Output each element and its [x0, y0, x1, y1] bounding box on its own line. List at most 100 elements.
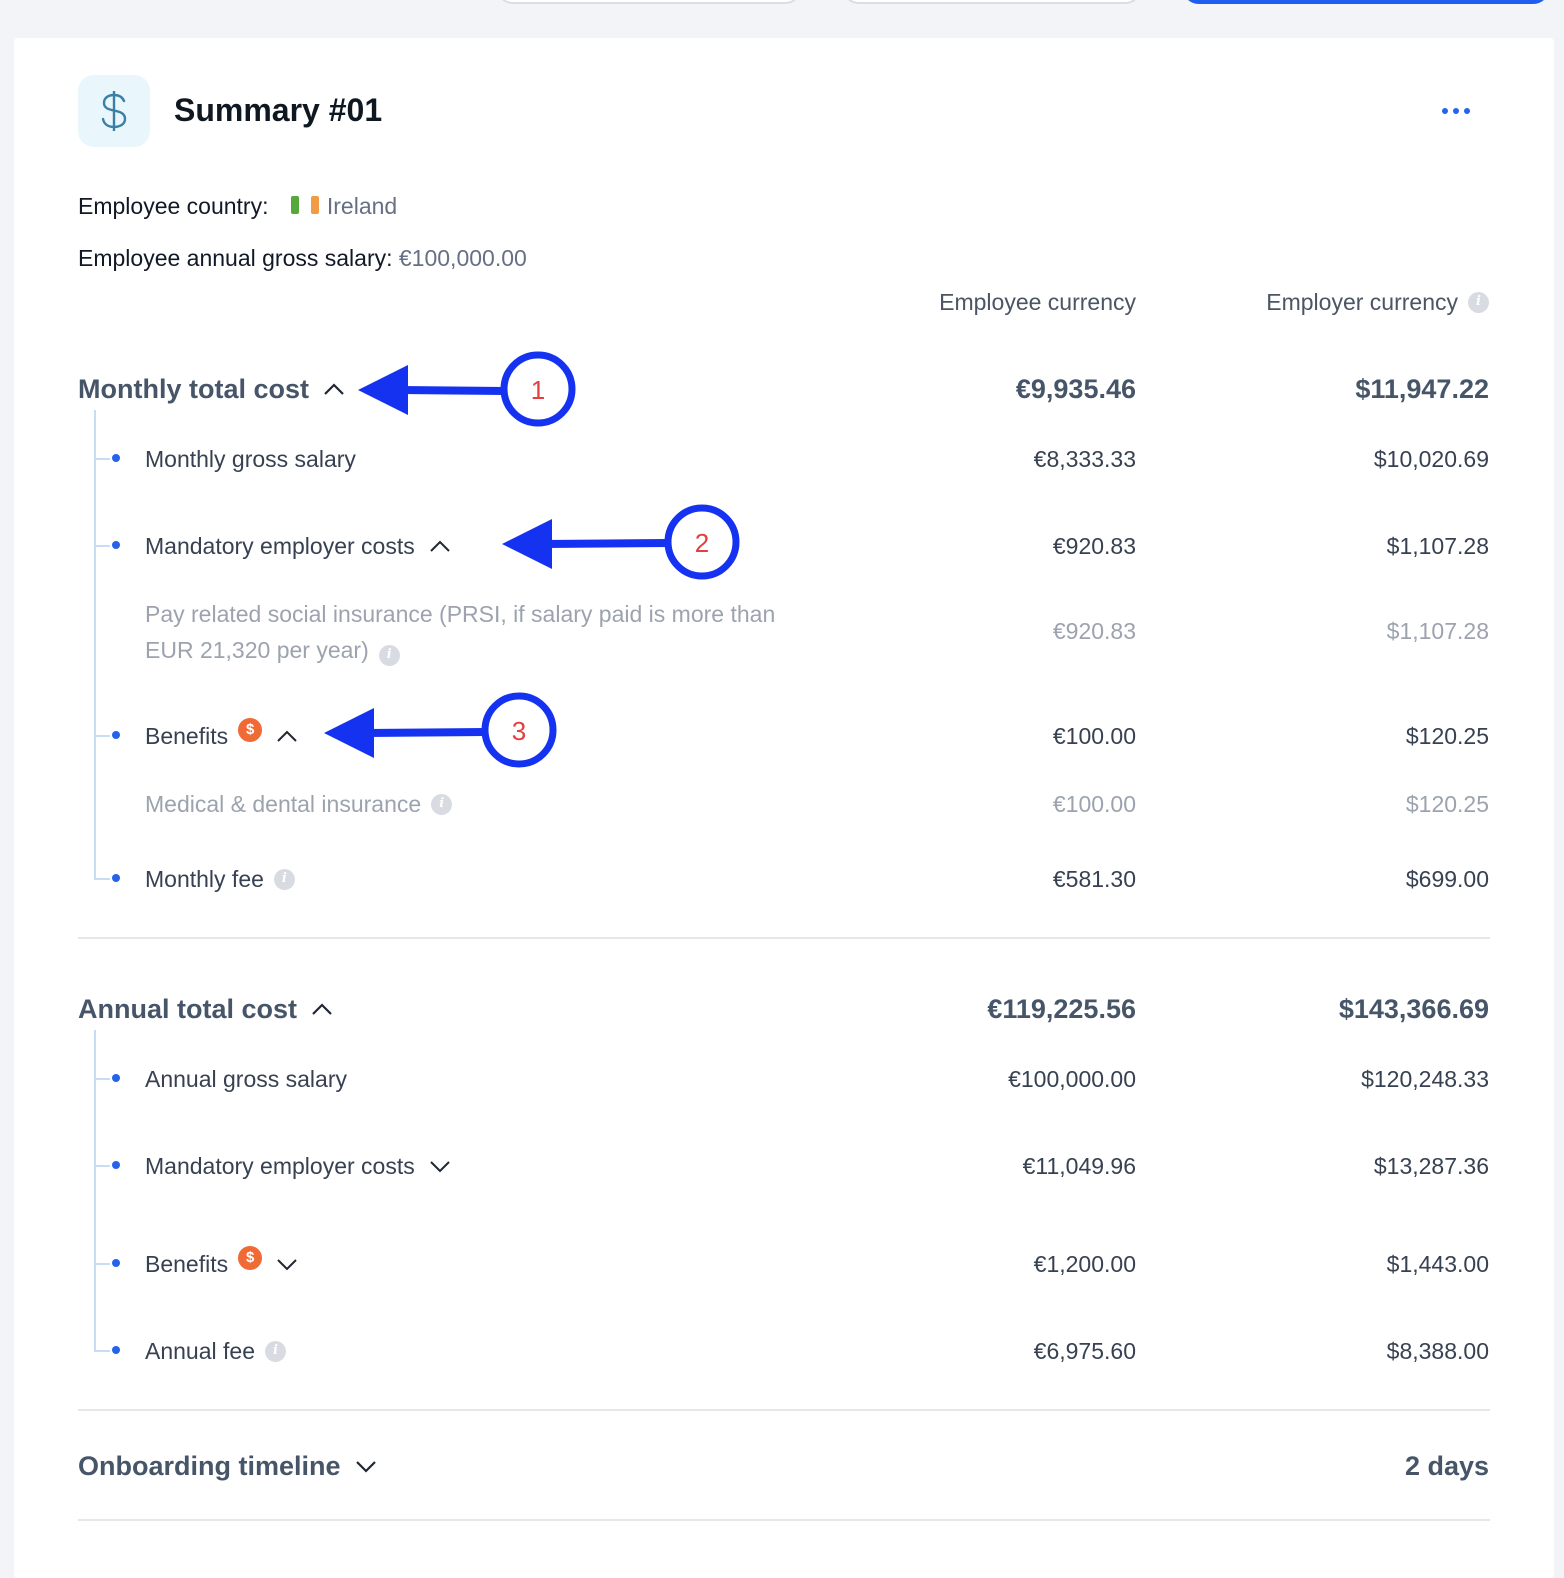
annual-mandatory-costs-label: Mandatory employer costs — [145, 1153, 415, 1179]
annual-total-employee: €119,225.56 — [987, 994, 1136, 1024]
monthly-mandatory-costs-label: Mandatory employer costs — [145, 533, 415, 559]
medical-detail-label: Medical & dental insurance — [145, 791, 422, 817]
monthly-total-employer: $11,947.22 — [1355, 374, 1489, 404]
annual-fee-employer: $8,388.00 — [1386, 1338, 1489, 1364]
tree-connector — [96, 458, 110, 460]
medical-detail-employer: $120.25 — [1405, 791, 1489, 817]
annual-total-toggle[interactable]: Annual total cost — [78, 991, 333, 1027]
prsi-detail-label: Pay related social insurance (PRSI, if s… — [145, 601, 776, 663]
medical-detail-row: Medical & dental insurance i — [145, 786, 453, 822]
employee-currency-header: Employee currency — [939, 289, 1136, 315]
monthly-fee-row: Monthly fee i — [145, 863, 295, 895]
annual-mandatory-costs-employee: €11,049.96 — [1022, 1153, 1136, 1179]
summary-card: Summary #01 Employee country: Ireland Em… — [14, 38, 1554, 1578]
bullet-dot — [112, 541, 120, 549]
currency-badge-icon: $ — [238, 718, 263, 742]
annual-fee-row: Annual fee i — [145, 1335, 286, 1367]
bullet-dot — [112, 454, 120, 462]
bullet-dot — [112, 874, 120, 882]
annual-gross-salary-label: Annual gross salary — [145, 1066, 347, 1092]
monthly-fee-label: Monthly fee — [145, 866, 264, 892]
monthly-benefits-employee: €100.00 — [1052, 723, 1136, 749]
monthly-tree-line — [94, 410, 96, 880]
chevron-up-icon — [277, 730, 297, 742]
monthly-benefits-employer: $120.25 — [1405, 723, 1489, 749]
annual-benefits-label: Benefits — [145, 1251, 229, 1277]
annual-salary-row: Employee annual gross salary: €100,000.0… — [78, 242, 527, 274]
annual-gross-salary-employer: $120,248.33 — [1361, 1066, 1489, 1092]
bullet-dot — [112, 1074, 120, 1082]
tree-connector — [96, 1078, 110, 1080]
onboarding-toggle[interactable]: Onboarding timeline — [78, 1448, 377, 1484]
employee-country-row: Employee country: Ireland — [78, 190, 397, 226]
currency-badge-icon: $ — [238, 1246, 263, 1270]
monthly-gross-salary-employer: $10,020.69 — [1373, 446, 1489, 472]
bullet-dot — [112, 1346, 120, 1354]
summary-icon-tile — [78, 75, 150, 147]
dollar-icon — [101, 91, 127, 131]
monthly-mandatory-costs-employee: €920.83 — [1052, 533, 1136, 559]
prsi-detail-employer: $1,107.28 — [1386, 618, 1489, 644]
divider — [78, 1409, 1490, 1411]
onboarding-value: 2 days — [1404, 1451, 1489, 1481]
monthly-total-title: Monthly total cost — [78, 374, 309, 404]
monthly-gross-salary-label: Monthly gross salary — [145, 446, 356, 472]
tree-connector — [96, 878, 110, 880]
monthly-gross-salary-employee: €8,333.33 — [1033, 446, 1136, 472]
bullet-dot — [112, 731, 120, 739]
monthly-benefits-label: Benefits — [145, 723, 229, 749]
monthly-mandatory-costs-employer: $1,107.28 — [1386, 533, 1489, 559]
annual-benefits-employee: €1,200.00 — [1033, 1251, 1136, 1277]
employer-currency-header: Employer currency — [1266, 289, 1458, 315]
prsi-detail-employee: €920.83 — [1052, 618, 1136, 644]
annual-salary-label: Employee annual gross salary: — [78, 245, 393, 271]
monthly-benefits-toggle[interactable]: Benefits $ — [145, 718, 298, 752]
chevron-down-icon — [430, 1161, 450, 1173]
annual-total-title: Annual total cost — [78, 994, 298, 1024]
employer-currency-header-group: Employer currency i — [1266, 286, 1489, 318]
medical-detail-employee: €100.00 — [1052, 791, 1136, 817]
prsi-detail-row: Pay related social insurance (PRSI, if s… — [145, 596, 805, 668]
tree-connector — [96, 1165, 110, 1167]
chevron-up-icon — [324, 383, 344, 395]
monthly-fee-employee: €581.30 — [1052, 866, 1136, 892]
divider — [78, 1519, 1490, 1521]
employee-country-label: Employee country: — [78, 193, 269, 220]
bullet-dot — [112, 1259, 120, 1267]
info-icon[interactable]: i — [264, 1340, 286, 1362]
annual-mandatory-costs-employer: $13,287.36 — [1373, 1153, 1489, 1179]
info-icon[interactable]: i — [1468, 291, 1489, 313]
annual-fee-label: Annual fee — [145, 1338, 255, 1364]
annual-gross-salary-employee: €100,000.00 — [1008, 1066, 1136, 1092]
bullet-dot — [112, 1161, 120, 1169]
chevron-up-icon — [312, 1003, 332, 1015]
onboarding-title: Onboarding timeline — [78, 1451, 341, 1481]
info-icon[interactable]: i — [273, 868, 295, 890]
tree-connector — [96, 545, 110, 547]
monthly-mandatory-costs-toggle[interactable]: Mandatory employer costs — [145, 530, 451, 562]
tree-connector — [96, 1263, 110, 1265]
chevron-down-icon — [355, 1461, 376, 1473]
monthly-total-employee: €9,935.46 — [1015, 374, 1136, 404]
top-button-2[interactable] — [842, 0, 1142, 4]
more-options-icon[interactable] — [1438, 98, 1474, 124]
info-icon[interactable]: i — [431, 793, 453, 815]
annual-benefits-employer: $1,443.00 — [1386, 1251, 1489, 1277]
tree-connector — [96, 735, 110, 737]
top-button-1[interactable] — [496, 0, 802, 4]
annual-fee-employee: €6,975.60 — [1033, 1338, 1136, 1364]
annual-total-employer: $143,366.69 — [1338, 994, 1489, 1024]
tree-connector — [96, 1350, 110, 1352]
monthly-fee-employer: $699.00 — [1405, 866, 1489, 892]
info-icon[interactable]: i — [378, 644, 400, 666]
divider — [78, 937, 1490, 939]
annual-salary-value: €100,000.00 — [398, 245, 527, 271]
monthly-total-toggle[interactable]: Monthly total cost — [78, 371, 345, 407]
annual-mandatory-costs-toggle[interactable]: Mandatory employer costs — [145, 1150, 451, 1182]
ireland-flag-icon — [290, 190, 321, 222]
chevron-down-icon — [277, 1259, 297, 1271]
card-title: Summary #01 — [174, 92, 383, 128]
employee-country-value: Ireland — [326, 193, 398, 220]
primary-button[interactable] — [1182, 0, 1550, 4]
annual-benefits-toggle[interactable]: Benefits $ — [145, 1246, 298, 1280]
